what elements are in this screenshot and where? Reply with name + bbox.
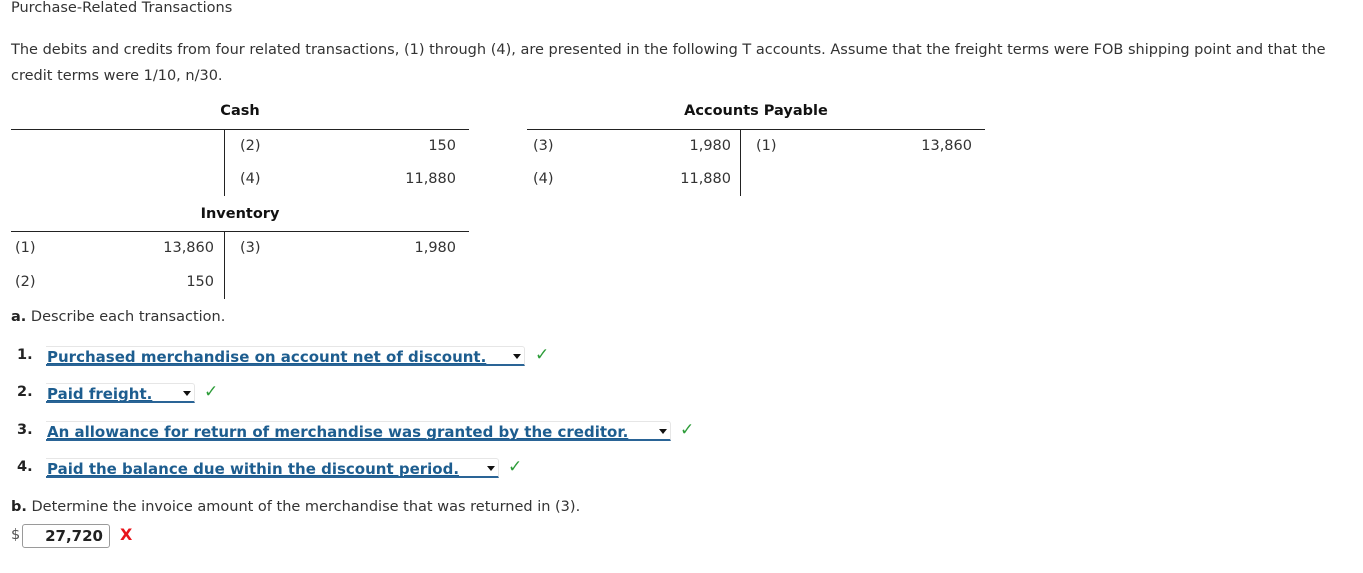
t-account-hline xyxy=(11,129,469,130)
transaction-3-dropdown[interactable]: An allowance for return of merchandise w… xyxy=(46,421,671,441)
check-icon: ✓ xyxy=(535,345,550,365)
chevron-down-icon xyxy=(183,391,191,396)
dropdown-value: Paid freight. xyxy=(47,385,153,403)
problem-intro: The debits and credits from four related… xyxy=(11,42,1326,84)
incorrect-x-icon: X xyxy=(120,525,133,544)
transaction-1-dropdown[interactable]: Purchased merchandise on account net of … xyxy=(46,346,525,366)
currency-symbol: $ xyxy=(11,527,21,543)
item-number: 2. xyxy=(17,384,33,400)
credit-ref: (4) xyxy=(240,171,261,187)
credit-amount: 13,860 xyxy=(921,138,972,154)
chevron-down-icon xyxy=(487,466,495,471)
returned-amount-input[interactable]: 27,720 xyxy=(22,524,110,548)
part-a-label: a. xyxy=(11,309,27,325)
debit-amount: 1,980 xyxy=(689,138,731,154)
part-a-text: Describe each transaction. xyxy=(30,309,226,325)
part-b-label: b. xyxy=(11,499,27,515)
t-account-title: Cash xyxy=(220,103,260,119)
t-account-vline xyxy=(224,231,225,299)
credit-amount: 1,980 xyxy=(414,240,456,256)
item-number: 4. xyxy=(17,459,33,475)
check-icon: ✓ xyxy=(508,457,523,477)
dropdown-value: An allowance for return of merchandise w… xyxy=(47,423,629,441)
t-account-hline xyxy=(11,231,469,232)
t-account-vline xyxy=(224,129,225,196)
credit-amount: 150 xyxy=(428,138,456,154)
credit-amount: 11,880 xyxy=(405,171,456,187)
debit-ref: (3) xyxy=(533,138,554,154)
part-b-text: Determine the invoice amount of the merc… xyxy=(31,499,581,515)
credit-ref: (1) xyxy=(756,138,777,154)
dropdown-value: Purchased merchandise on account net of … xyxy=(47,348,487,366)
debit-ref: (4) xyxy=(533,171,554,187)
part-a-prompt: a. Describe each transaction. xyxy=(11,309,225,325)
debit-amount: 13,860 xyxy=(163,240,214,256)
transaction-4-dropdown[interactable]: Paid the balance due within the discount… xyxy=(46,458,499,478)
part-b-prompt: b. Determine the invoice amount of the m… xyxy=(11,499,580,515)
credit-ref: (3) xyxy=(240,240,261,256)
check-icon: ✓ xyxy=(204,382,219,402)
t-account-title: Accounts Payable xyxy=(684,103,828,119)
chevron-down-icon xyxy=(659,429,667,434)
transaction-2-dropdown[interactable]: Paid freight. xyxy=(46,383,195,403)
item-number: 3. xyxy=(17,422,33,438)
page-title: Purchase-Related Transactions xyxy=(11,0,233,16)
debit-amount: 11,880 xyxy=(680,171,731,187)
t-account-vline xyxy=(740,129,741,196)
dropdown-value: Paid the balance due within the discount… xyxy=(47,460,460,478)
check-icon: ✓ xyxy=(680,420,695,440)
t-account-hline xyxy=(527,129,985,130)
chevron-down-icon xyxy=(513,354,521,359)
debit-ref: (2) xyxy=(15,274,36,290)
debit-amount: 150 xyxy=(186,274,214,290)
t-account-title: Inventory xyxy=(200,206,280,222)
debit-ref: (1) xyxy=(15,240,36,256)
credit-ref: (2) xyxy=(240,138,261,154)
item-number: 1. xyxy=(17,347,33,363)
